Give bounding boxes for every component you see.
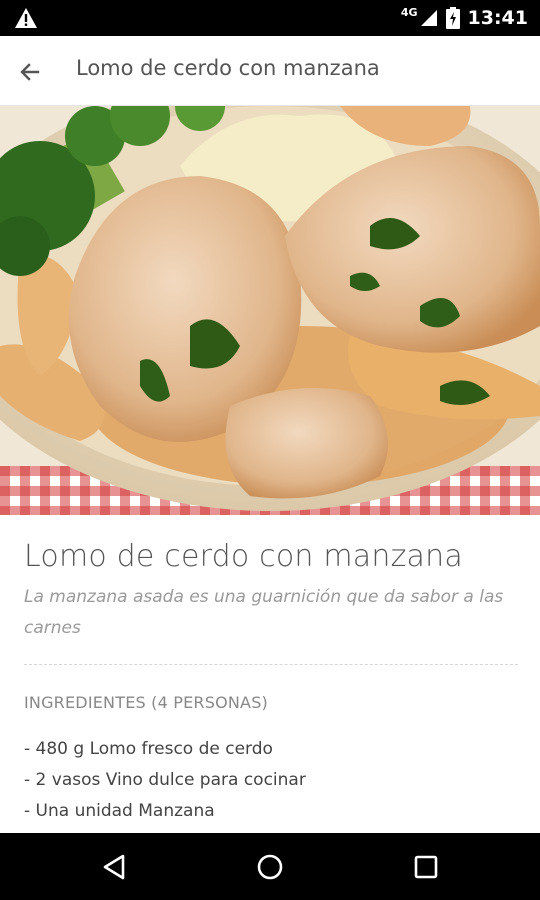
nav-home-button[interactable] [252, 849, 288, 885]
signal-icon [420, 10, 437, 26]
recipe-title: Lomo de cerdo con manzana [24, 539, 463, 574]
nav-back-button[interactable] [96, 849, 132, 885]
system-nav-bar [0, 833, 540, 900]
battery-icon [445, 7, 460, 29]
divider [24, 664, 518, 665]
warning-icon [15, 8, 37, 28]
network-type: 4G [400, 5, 418, 19]
back-triangle-icon [103, 854, 125, 880]
ingredient-item: - Una unidad Manzana [24, 801, 215, 821]
recipe-photo-illustration [0, 106, 540, 515]
recipe-photo [0, 106, 540, 515]
app-bar-title: Lomo de cerdo con manzana [76, 56, 380, 80]
app-bar: Lomo de cerdo con manzana [0, 36, 540, 106]
back-button[interactable] [14, 56, 46, 88]
arrow-left-icon [20, 63, 40, 81]
home-circle-icon [257, 854, 283, 880]
status-bar: 4G 13:41 [0, 0, 540, 36]
status-right: 4G 13:41 [401, 0, 528, 36]
clock: 13:41 [467, 7, 528, 29]
recipe-content: Lomo de cerdo con manzana La manzana asa… [24, 515, 518, 827]
recents-square-icon [414, 855, 438, 879]
ingredient-item: - 2 vasos Vino dulce para cocinar [24, 770, 306, 790]
ingredients-list: - 480 g Lomo fresco de cerdo - 2 vasos V… [24, 734, 518, 827]
ingredients-header: INGREDIENTES (4 PERSONAS) [24, 693, 268, 712]
ingredient-item: - 480 g Lomo fresco de cerdo [24, 739, 273, 759]
recipe-description: La manzana asada es una guarnición que d… [24, 587, 504, 638]
nav-recents-button[interactable] [408, 849, 444, 885]
